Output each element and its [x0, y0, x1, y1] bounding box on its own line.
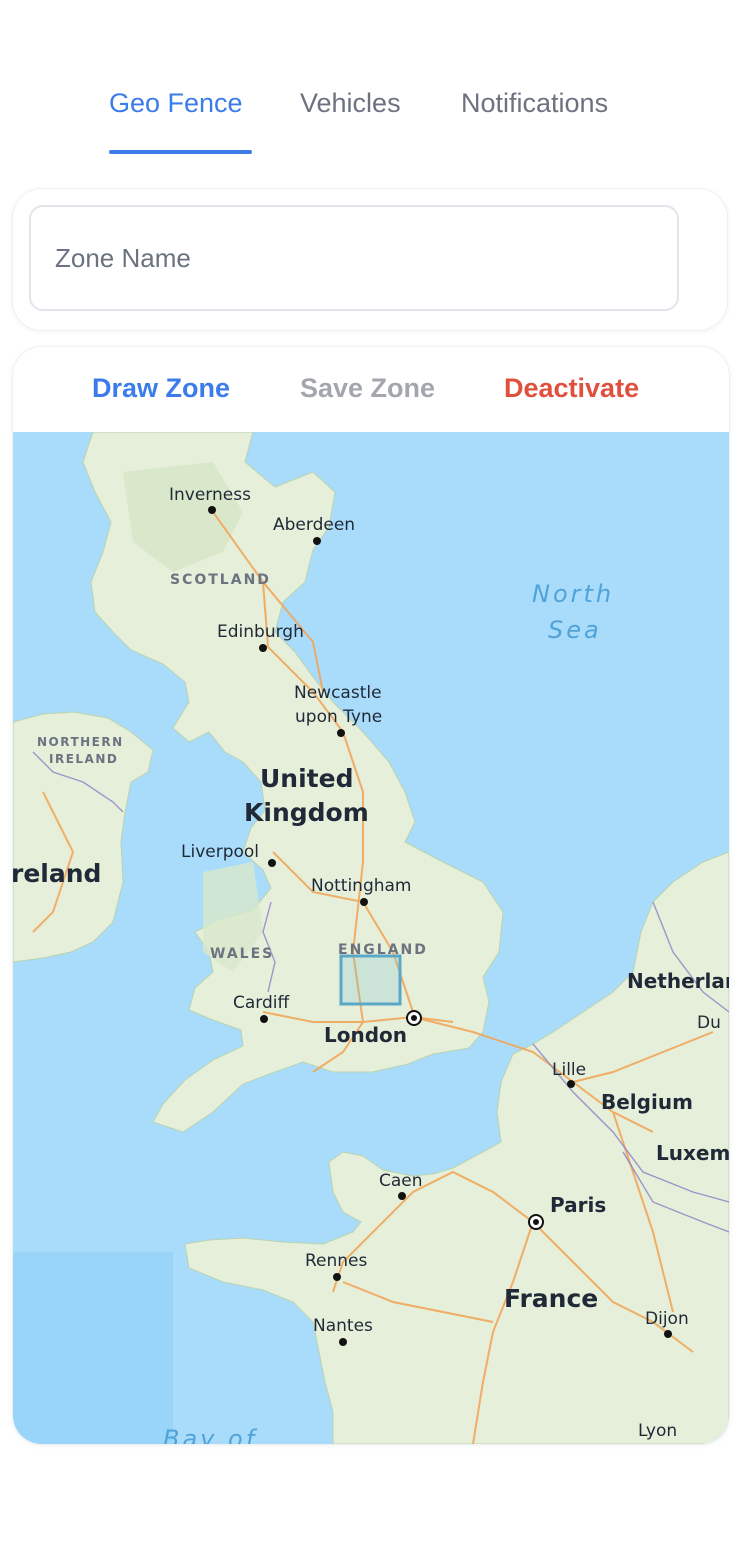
tab-geo-fence[interactable]: Geo Fence	[109, 88, 243, 119]
label-edinburgh: Edinburgh	[217, 622, 304, 642]
label-aberdeen: Aberdeen	[273, 515, 355, 535]
label-newcastle-line1: Newcastle	[294, 683, 382, 703]
label-paris: Paris	[550, 1193, 606, 1217]
label-london: London	[324, 1023, 407, 1047]
label-scotland: SCOTLAND	[170, 572, 271, 588]
label-netherlands: Netherlar	[627, 969, 729, 993]
label-newcastle-line2: upon Tyne	[295, 707, 382, 727]
geo-fence-zone[interactable]	[339, 954, 402, 1006]
label-ireland-region: IRELAND	[49, 752, 118, 766]
label-lille: Lille	[552, 1060, 586, 1080]
map-canvas[interactable]: Inverness Aberdeen Edinburgh Newcastle u…	[13, 432, 729, 1444]
active-tab-indicator	[109, 150, 252, 154]
label-wales: WALES	[210, 946, 274, 962]
tab-notifications[interactable]: Notifications	[461, 88, 608, 119]
label-northern: NORTHERN	[37, 735, 124, 749]
deep-sea-area	[13, 1252, 173, 1444]
map-card: Draw Zone Save Zone Deactivate Inverness…	[12, 346, 730, 1445]
zone-name-input[interactable]	[29, 205, 679, 311]
label-rennes: Rennes	[305, 1251, 368, 1271]
label-inverness: Inverness	[169, 485, 251, 505]
map-view[interactable]: Inverness Aberdeen Edinburgh Newcastle u…	[13, 432, 729, 1444]
label-north: North	[532, 580, 614, 608]
label-dijon: Dijon	[645, 1309, 689, 1329]
label-cardiff: Cardiff	[233, 993, 290, 1013]
label-england: ENGLAND	[338, 942, 428, 958]
label-united: United	[260, 764, 353, 793]
label-kingdom: Kingdom	[244, 798, 369, 827]
tab-vehicles[interactable]: Vehicles	[300, 88, 401, 119]
label-nantes: Nantes	[313, 1316, 373, 1336]
save-zone-button[interactable]: Save Zone	[300, 373, 435, 404]
label-liverpool: Liverpool	[181, 842, 259, 862]
label-lyon: Lyon	[638, 1421, 677, 1441]
label-belgium: Belgium	[601, 1090, 693, 1114]
deactivate-button[interactable]: Deactivate	[504, 373, 639, 404]
label-nottingham: Nottingham	[311, 876, 412, 896]
label-caen: Caen	[379, 1171, 423, 1191]
zone-name-card	[12, 188, 728, 331]
label-luxembourg: Luxeml	[656, 1141, 729, 1165]
tab-bar: Geo Fence Vehicles Notifications	[0, 0, 752, 160]
draw-zone-button[interactable]: Draw Zone	[92, 373, 230, 404]
label-du: Du	[697, 1013, 721, 1033]
label-ireland: reland	[13, 859, 101, 888]
label-sea: Sea	[548, 616, 602, 644]
label-bay-of: Bay of	[163, 1425, 258, 1444]
label-france: France	[504, 1284, 598, 1313]
